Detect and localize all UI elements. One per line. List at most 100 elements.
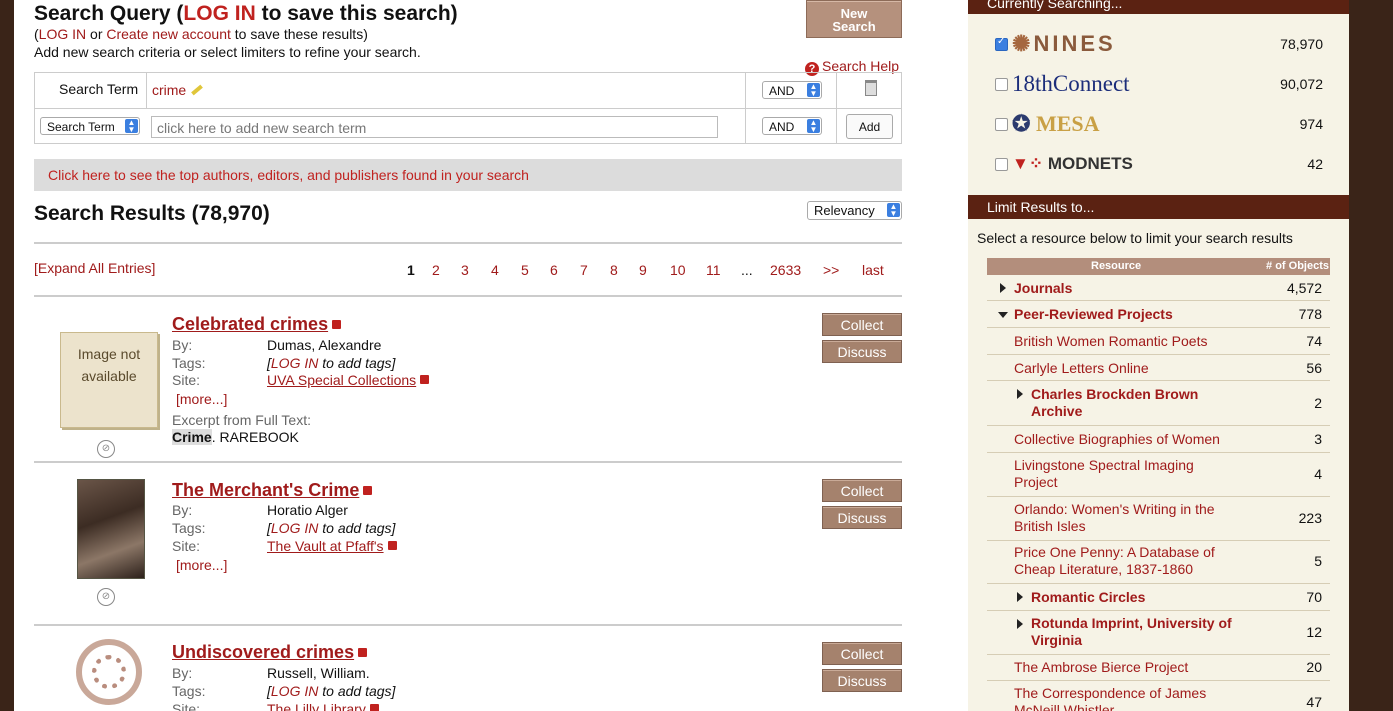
site-link[interactable]: The Lilly Library [267,701,379,711]
expand-arrow-icon[interactable] [1017,592,1023,602]
page-7[interactable]: 7 [580,262,588,278]
resource-row[interactable]: The Ambrose Bierce Project 20 [987,655,1330,681]
page-last-number[interactable]: 2633 [770,262,801,278]
page-4[interactable]: 4 [491,262,499,278]
result-title-text: Undiscovered crimes [172,642,355,662]
result-thumbnail-image[interactable] [77,479,145,579]
site-count: 90,072 [1280,76,1323,92]
result-title-text: The Merchant's Crime [172,480,360,500]
tags-label: Tags: [172,683,206,699]
collapse-arrow-icon[interactable] [998,312,1008,318]
18thconnect-checkbox[interactable] [995,78,1008,91]
page-1[interactable]: 1 [407,262,415,278]
expand-arrow-icon[interactable] [1000,283,1006,293]
resource-label[interactable]: Romantic Circles [1031,589,1145,606]
trash-icon[interactable] [865,80,877,96]
tags-label: Tags: [172,355,206,371]
resource-row[interactable]: British Women Romantic Poets 74 [987,328,1330,355]
resource-label[interactable]: Carlyle Letters Online [1014,360,1149,377]
expand-arrow-icon[interactable] [1017,389,1023,399]
nines-checkbox[interactable] [995,36,1008,51]
resource-label[interactable]: Rotunda Imprint, University of Virginia [1031,615,1246,649]
expand-arrow-icon[interactable] [1017,619,1023,629]
page-11[interactable]: 11 [706,262,721,278]
title-login-link[interactable]: LOG IN [183,2,255,25]
result-title-link[interactable]: The Merchant's Crime [172,480,373,501]
discuss-button[interactable]: Discuss [822,506,902,529]
discuss-button[interactable]: Discuss [822,669,902,692]
resource-row[interactable]: Romantic Circles 70 [987,584,1330,611]
resource-row[interactable]: Peer-Reviewed Projects 778 [987,301,1330,328]
sort-select[interactable]: Relevancy ▲ ▼ [807,201,902,220]
result-title-link[interactable]: Undiscovered crimes [172,642,368,663]
page-5[interactable]: 5 [521,262,529,278]
result-title-link[interactable]: Celebrated crimes [172,314,342,335]
site-link[interactable]: UVA Special Collections [267,372,430,388]
currently-searching-header: Currently Searching... [968,0,1349,14]
network-icon: ▼⁘ [1012,154,1044,173]
modnets-checkbox[interactable] [995,158,1008,171]
image-not-available-thumbnail[interactable]: Image not available [60,332,158,428]
top-authors-link[interactable]: Click here to see the top authors, edito… [34,159,902,191]
search-term-row: Search Term crime AND ▲ ▼ [35,73,901,109]
resource-row[interactable]: Livingstone Spectral Imaging Project 4 [987,453,1330,497]
site-row-mesa: ✪ MESA 974 [968,104,1349,144]
page-last[interactable]: last [862,262,884,278]
nines-swirl-thumbnail[interactable] [76,639,142,705]
expand-all-link[interactable]: [Expand All Entries] [34,260,155,276]
resource-row[interactable]: Rotunda Imprint, University of Virginia … [987,611,1330,655]
create-account-link[interactable]: Create new account [106,26,231,42]
search-term-value[interactable]: crime [152,82,204,98]
collect-button[interactable]: Collect [822,642,902,665]
new-search-term-input[interactable]: click here to add new search term [151,116,718,138]
login-link[interactable]: LOG IN [39,26,86,42]
add-term-button[interactable]: Add [846,114,893,139]
main-content: Search Query (LOG IN to save this search… [34,0,902,711]
tags-login-link[interactable]: LOG IN [271,520,318,536]
collect-button[interactable]: Collect [822,479,902,502]
select-arrows-icon: ▲ ▼ [807,119,820,134]
page-2[interactable]: 2 [432,262,440,278]
resource-row[interactable]: Journals 4,572 [987,275,1330,301]
tags-login-link[interactable]: LOG IN [271,683,318,699]
tags-login-link[interactable]: LOG IN [271,355,318,371]
page-3[interactable]: 3 [461,262,469,278]
resource-label[interactable]: Livingstone Spectral Imaging Project [1014,457,1224,491]
page-9[interactable]: 9 [639,262,647,278]
resource-label[interactable]: Peer-Reviewed Projects [1014,306,1173,323]
resource-row[interactable]: Price One Penny: A Database of Cheap Lit… [987,541,1330,584]
more-link[interactable]: [more...] [176,391,227,407]
resource-label[interactable]: Journals [1014,280,1072,297]
page-next[interactable]: >> [823,262,839,278]
new-search-button[interactable]: New Search [806,0,902,38]
operator-select[interactable]: AND ▲ ▼ [762,81,822,99]
mesa-checkbox[interactable] [995,118,1008,131]
author-value: Dumas, Alexandre [267,337,382,353]
resource-row[interactable]: Collective Biographies of Women 3 [987,426,1330,453]
page-10[interactable]: 10 [670,262,686,278]
more-link[interactable]: [more...] [176,557,227,573]
resource-label[interactable]: The Ambrose Bierce Project [1014,659,1188,676]
field-select[interactable]: Search Term ▲ ▼ [40,117,140,135]
operator-select[interactable]: AND ▲ ▼ [762,117,822,135]
resource-row[interactable]: Carlyle Letters Online 56 [987,355,1330,381]
page-8[interactable]: 8 [610,262,618,278]
results-title: Search Results (78,970) [34,202,270,225]
pencil-icon[interactable] [191,84,204,96]
resource-label[interactable]: Price One Penny: A Database of Cheap Lit… [1014,544,1229,578]
page-6[interactable]: 6 [550,262,558,278]
resource-label[interactable]: Charles Brockden Brown Archive [1031,386,1231,420]
site-count: 42 [1307,156,1323,172]
collect-button[interactable]: Collect [822,313,902,336]
resource-row[interactable]: Orlando: Women's Writing in the British … [987,497,1330,541]
resource-label[interactable]: Collective Biographies of Women [1014,431,1220,448]
site-link[interactable]: The Vault at Pfaff's [267,538,397,554]
resource-label[interactable]: The Correspondence of James McNeill Whis… [1014,685,1224,711]
discuss-button[interactable]: Discuss [822,340,902,363]
resource-row[interactable]: The Correspondence of James McNeill Whis… [987,681,1330,711]
divider [34,624,902,626]
resource-row[interactable]: Charles Brockden Brown Archive 2 [987,381,1330,426]
resource-label[interactable]: Orlando: Women's Writing in the British … [1014,501,1224,535]
cell-divider [745,73,746,108]
resource-label[interactable]: British Women Romantic Poets [1014,333,1207,350]
